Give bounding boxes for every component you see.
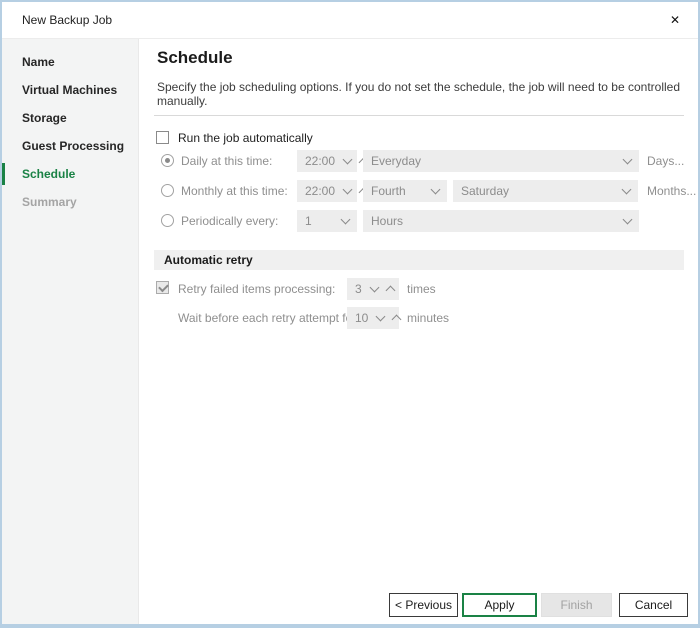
wizard-steps-sidebar: Name Virtual Machines Storage Guest Proc… [2, 39, 139, 624]
retry-wait-row: Wait before each retry attempt for: 10 m… [140, 307, 698, 329]
sidebar-item-guest-processing[interactable]: Guest Processing [2, 132, 138, 160]
sidebar-item-label: Virtual Machines [22, 83, 117, 97]
finish-button[interactable]: Finish [541, 593, 612, 617]
title-bar: New Backup Job ✕ [2, 2, 698, 39]
periodic-interval-value: 1 [305, 214, 312, 228]
periodic-schedule-row: Periodically every: 1 Hours [140, 210, 698, 232]
periodic-interval-dropdown[interactable]: 1 [297, 210, 357, 232]
daily-radio[interactable] [161, 154, 174, 167]
retry-wait-unit: minutes [407, 307, 449, 329]
monthly-radio[interactable] [161, 184, 174, 197]
monthly-weekday-value: Saturday [461, 184, 509, 198]
days-button[interactable]: Days... [647, 150, 684, 172]
chevron-down-icon [622, 185, 632, 195]
cancel-button[interactable]: Cancel [619, 593, 688, 617]
retry-count-label: Retry failed items processing: [178, 278, 335, 300]
retry-wait-value: 10 [355, 311, 368, 325]
spinner-up-icon[interactable] [385, 286, 395, 296]
retry-count-value: 3 [355, 282, 362, 296]
window-title: New Backup Job [22, 2, 112, 38]
divider [154, 115, 684, 116]
periodic-unit-value: Hours [371, 214, 403, 228]
periodic-unit-dropdown[interactable]: Hours [363, 210, 639, 232]
daily-time-spinner[interactable]: 22:00 [297, 150, 357, 172]
retry-enabled-checkbox[interactable] [156, 281, 169, 294]
page-description: Specify the job scheduling options. If y… [157, 80, 698, 108]
sidebar-item-label: Storage [22, 111, 67, 125]
monthly-weekday-dropdown[interactable]: Saturday [453, 180, 638, 202]
close-icon[interactable]: ✕ [664, 9, 686, 31]
apply-button[interactable]: Apply [462, 593, 537, 617]
monthly-label: Monthly at this time: [181, 180, 288, 202]
run-automatically-label: Run the job automatically [178, 128, 313, 149]
spinner-down-icon[interactable] [369, 283, 379, 293]
spinner-down-icon[interactable] [343, 155, 353, 165]
daily-schedule-row: Daily at this time: 22:00 Everyday Days.… [140, 150, 698, 172]
daily-frequency-value: Everyday [371, 154, 421, 168]
retry-count-spinner[interactable]: 3 [347, 278, 399, 300]
monthly-time-value: 22:00 [305, 184, 335, 198]
sidebar-item-summary: Summary [2, 188, 138, 216]
previous-button[interactable]: < Previous [389, 593, 458, 617]
monthly-time-spinner[interactable]: 22:00 [297, 180, 357, 202]
chevron-down-icon [623, 215, 633, 225]
retry-wait-label: Wait before each retry attempt for: [178, 307, 360, 329]
daily-frequency-dropdown[interactable]: Everyday [363, 150, 639, 172]
sidebar-item-label: Name [22, 55, 55, 69]
spinner-up-icon[interactable] [392, 315, 402, 325]
retry-wait-spinner[interactable]: 10 [347, 307, 399, 329]
chevron-down-icon [341, 215, 351, 225]
periodically-label: Periodically every: [181, 210, 278, 232]
chevron-down-icon [431, 185, 441, 195]
chevron-down-icon [623, 155, 633, 165]
sidebar-item-storage[interactable]: Storage [2, 104, 138, 132]
spinner-down-icon[interactable] [376, 312, 386, 322]
schedule-step-panel: Schedule Specify the job scheduling opti… [140, 39, 698, 624]
daily-label: Daily at this time: [181, 150, 272, 172]
new-backup-job-dialog: New Backup Job ✕ Name Virtual Machines S… [0, 0, 700, 628]
daily-time-value: 22:00 [305, 154, 335, 168]
retry-count-row: Retry failed items processing: 3 times [140, 278, 698, 300]
sidebar-item-label: Guest Processing [22, 139, 124, 153]
monthly-ordinal-dropdown[interactable]: Fourth [363, 180, 447, 202]
run-automatically-checkbox[interactable] [156, 131, 169, 144]
run-automatically-row: Run the job automatically [140, 128, 698, 150]
monthly-schedule-row: Monthly at this time: 22:00 Fourth Satur… [140, 180, 698, 202]
automatic-retry-section-header: Automatic retry [154, 250, 684, 270]
retry-count-unit: times [407, 278, 436, 300]
sidebar-item-schedule[interactable]: Schedule [2, 160, 138, 188]
sidebar-item-name[interactable]: Name [2, 48, 138, 76]
monthly-ordinal-value: Fourth [371, 184, 406, 198]
spinner-down-icon[interactable] [343, 185, 353, 195]
periodically-radio[interactable] [161, 214, 174, 227]
page-title: Schedule [157, 48, 233, 68]
sidebar-item-virtual-machines[interactable]: Virtual Machines [2, 76, 138, 104]
sidebar-item-label: Summary [22, 195, 77, 209]
months-button[interactable]: Months... [647, 180, 696, 202]
sidebar-item-label: Schedule [22, 167, 75, 181]
